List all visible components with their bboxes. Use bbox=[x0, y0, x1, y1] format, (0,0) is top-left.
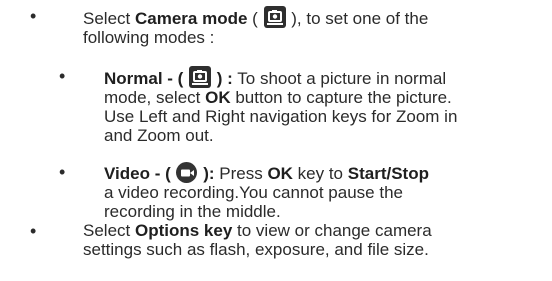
text: ( bbox=[247, 9, 263, 28]
instruction-normal-mode-line-1: Normal - ( ) : To shoot a picture in nor… bbox=[104, 66, 457, 88]
text: To shoot a picture in normal bbox=[232, 69, 447, 88]
instruction-video-mode-line-1: Video - ( ): Press OK key to Start/Stop bbox=[104, 162, 429, 183]
instruction-camera-mode: Select Camera mode ( ), to set one of th… bbox=[83, 6, 428, 47]
bullet-2: • bbox=[59, 66, 66, 86]
text: mode, select bbox=[104, 88, 206, 107]
instruction-video-mode: Video - ( ): Press OK key to Start/Stop … bbox=[104, 162, 429, 221]
ok-label: OK bbox=[267, 164, 293, 183]
video-label: Video - ( bbox=[104, 164, 176, 183]
text: button to capture the picture. bbox=[230, 88, 452, 107]
bullet-1: • bbox=[30, 6, 37, 26]
camera-icon bbox=[189, 66, 212, 88]
video-label-end: ): bbox=[198, 164, 215, 183]
text: Press bbox=[214, 164, 268, 183]
ok-label: OK bbox=[205, 88, 231, 107]
instruction-camera-mode-line-1: Select Camera mode ( ), to set one of th… bbox=[83, 6, 428, 28]
instruction-options-key-line-1: Select Options key to view or change cam… bbox=[83, 221, 432, 240]
text: Select bbox=[83, 221, 135, 240]
instruction-camera-mode-line-2: following modes : bbox=[83, 28, 215, 47]
bullet-3: • bbox=[59, 162, 66, 182]
start-stop-label: Start/Stop bbox=[347, 164, 429, 183]
instruction-normal-mode: Normal - ( ) : To shoot a picture in nor… bbox=[104, 66, 457, 145]
instruction-options-key: Select Options key to view or change cam… bbox=[83, 221, 432, 259]
video-icon bbox=[176, 162, 198, 183]
text: key to bbox=[292, 164, 348, 183]
instruction-video-mode-line-3: recording in the middle. bbox=[104, 202, 281, 221]
normal-label-end: ) : bbox=[212, 69, 233, 88]
instruction-options-key-line-2: settings such as flash, exposure, and fi… bbox=[83, 240, 429, 259]
text: ), to set one of the bbox=[286, 9, 429, 28]
instruction-video-mode-line-2: a video recording.You cannot pause the bbox=[104, 183, 403, 202]
instruction-normal-mode-line-2: mode, select OK button to capture the pi… bbox=[104, 88, 457, 107]
camera-icon bbox=[263, 6, 286, 28]
normal-label: Normal - ( bbox=[104, 69, 189, 88]
instruction-normal-mode-line-3: Use Left and Right navigation keys for Z… bbox=[104, 107, 458, 126]
bullet-4: • bbox=[30, 221, 37, 241]
instruction-normal-mode-line-4: and Zoom out. bbox=[104, 126, 214, 145]
options-key-label: Options key bbox=[134, 221, 233, 240]
text: Select bbox=[83, 9, 135, 28]
camera-mode-label: Camera mode bbox=[134, 9, 248, 28]
text: to view or change camera bbox=[232, 221, 432, 240]
